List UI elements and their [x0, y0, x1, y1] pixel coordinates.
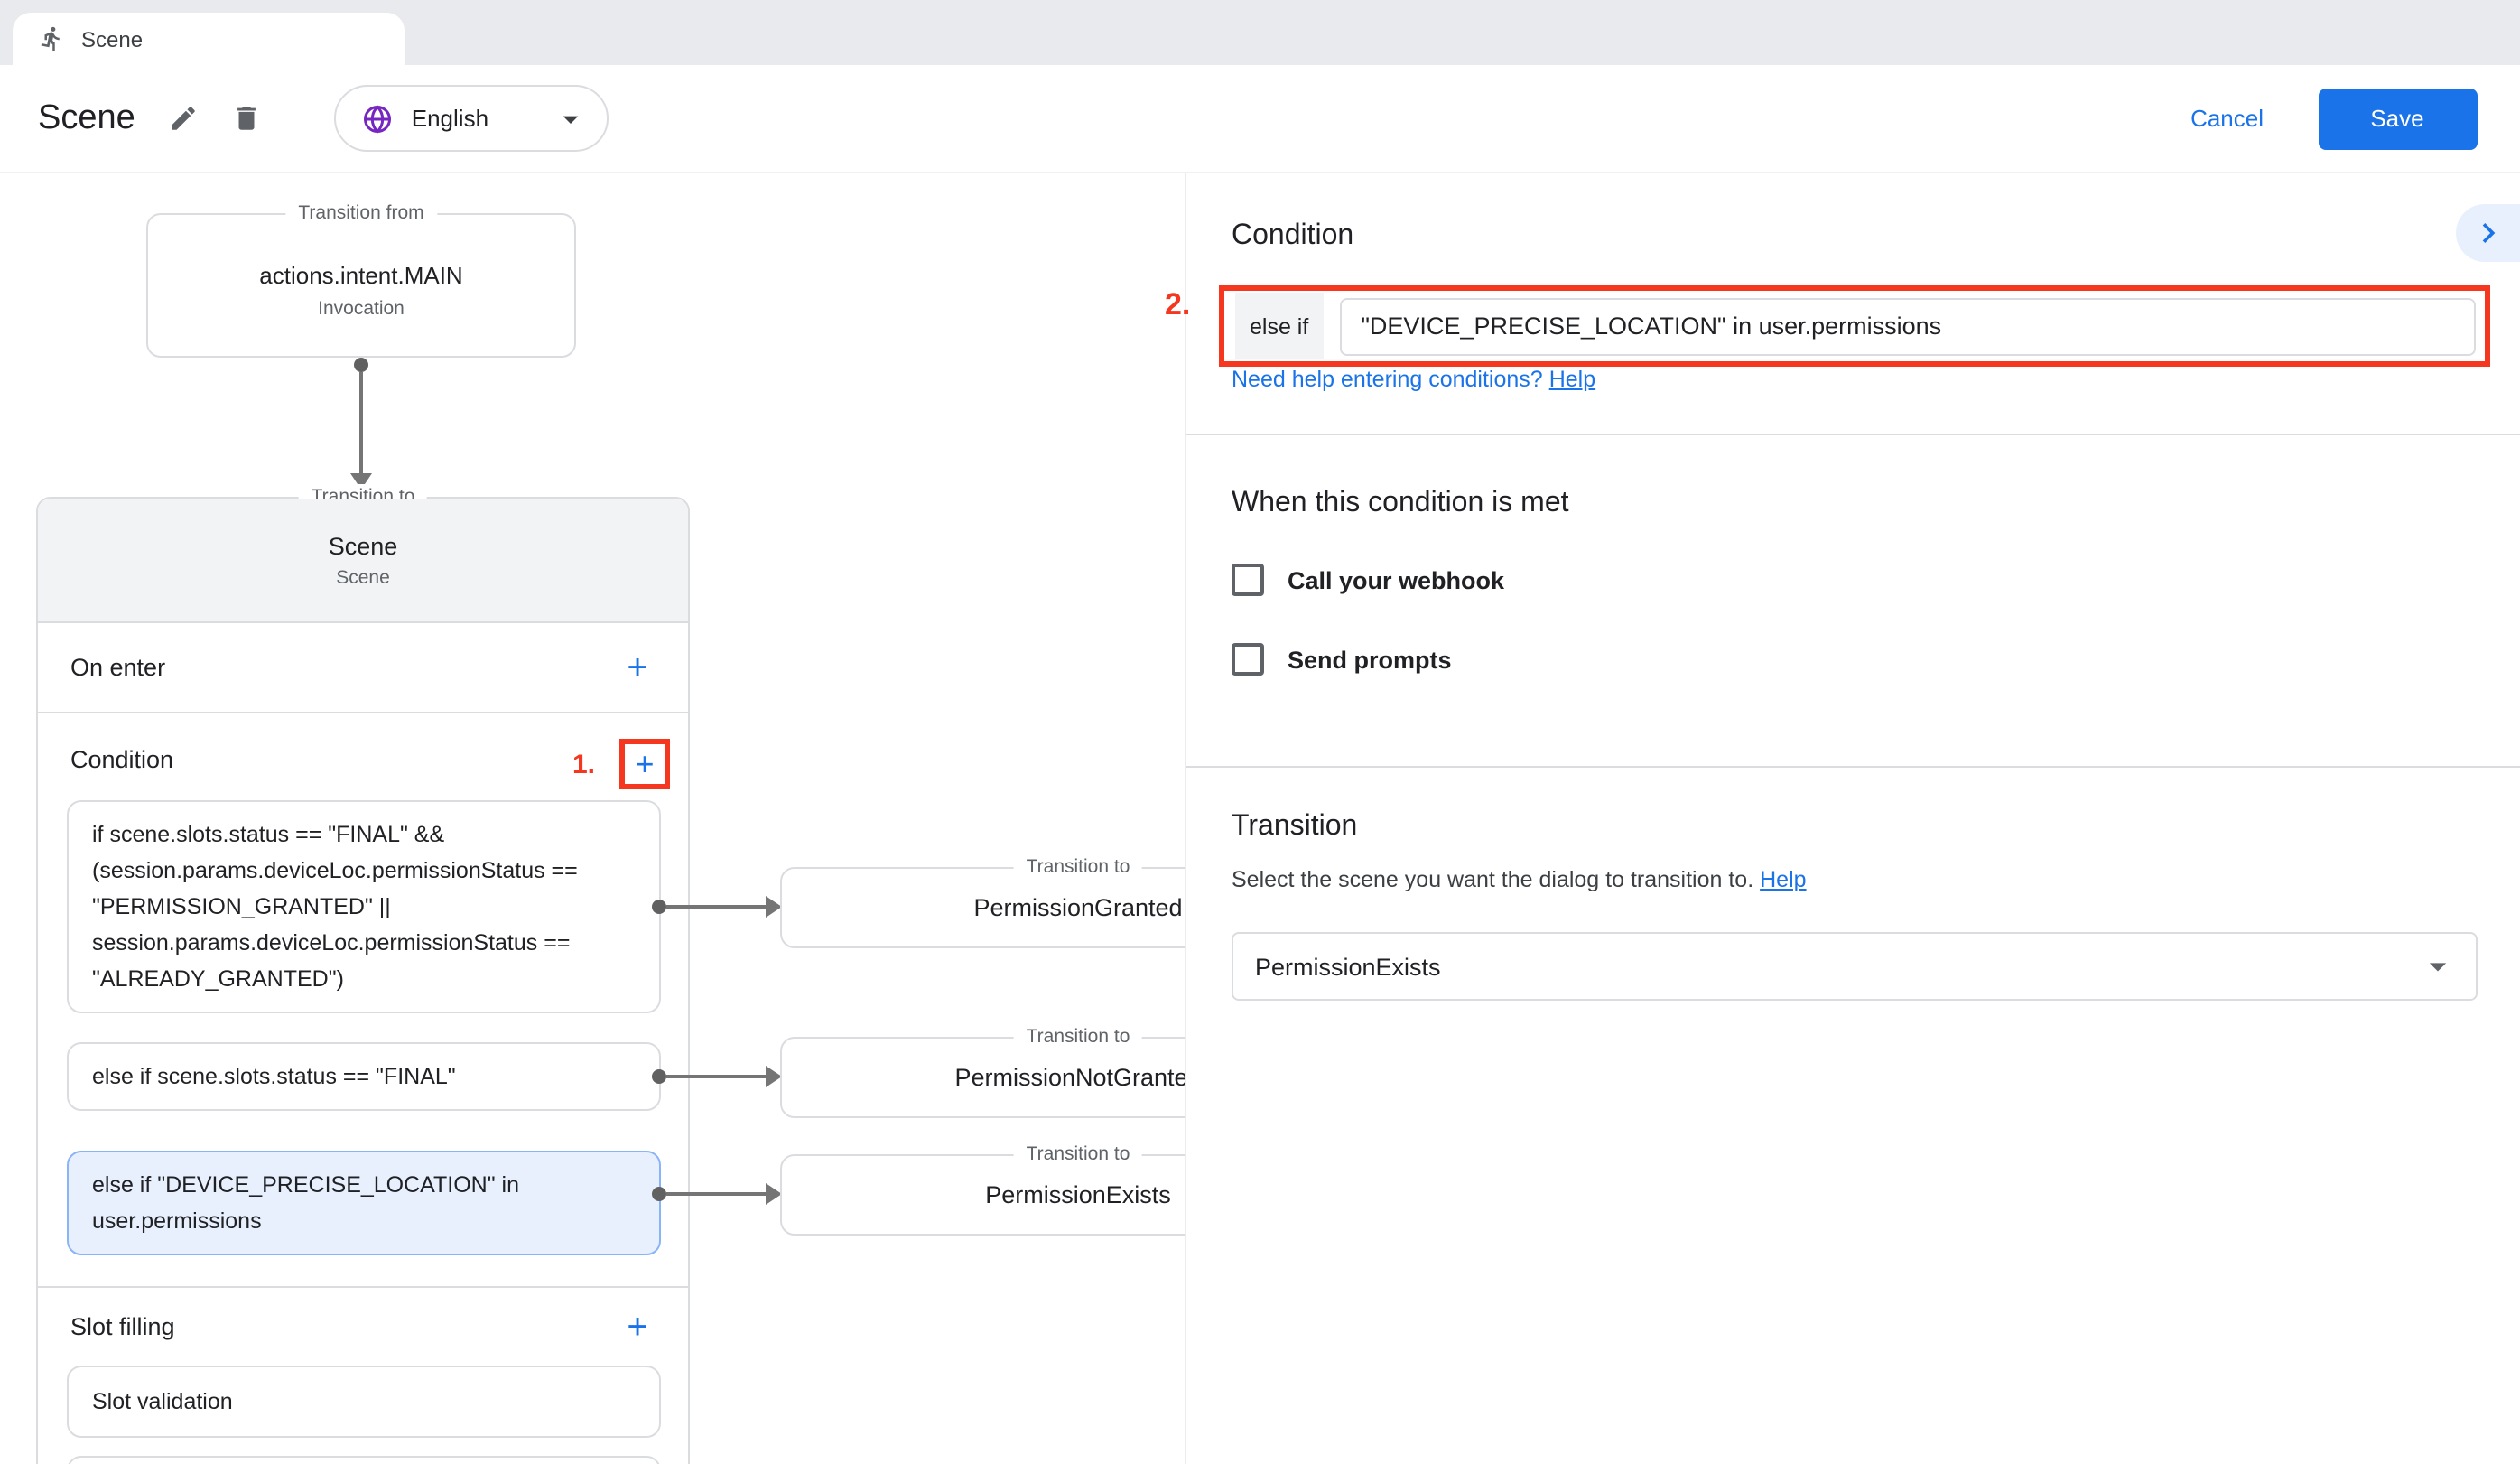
- target-node-title: PermissionGranted: [973, 894, 1182, 921]
- add-condition-button[interactable]: +: [625, 744, 665, 784]
- on-enter-row: On enter +: [38, 623, 688, 713]
- trash-icon: [231, 103, 262, 134]
- edit-scene-button[interactable]: [161, 96, 206, 141]
- chevron-down-icon: [553, 100, 589, 136]
- send-prompts-checkbox[interactable]: [1232, 643, 1264, 676]
- connector-dot: [652, 900, 666, 914]
- condition-item-3-selected[interactable]: else if "DEVICE_PRECISE_LOCATION" in use…: [67, 1151, 661, 1255]
- cancel-button[interactable]: Cancel: [2190, 105, 2264, 132]
- panel-divider: [1186, 434, 2520, 435]
- panel-divider: [1186, 766, 2520, 768]
- page-title: Scene: [38, 98, 135, 138]
- condition-help-line: Need help entering conditions? Help: [1232, 367, 1595, 392]
- language-label: English: [412, 105, 488, 132]
- condition-help-link[interactable]: Help: [1549, 367, 1595, 392]
- connector-dot: [652, 1069, 666, 1084]
- slot-filling-row: Slot filling +: [38, 1286, 688, 1366]
- transition-heading: Transition: [1232, 811, 1357, 844]
- target-node-title: PermissionNotGranted: [954, 1064, 1201, 1091]
- actions-icon: [38, 25, 65, 52]
- delete-scene-button[interactable]: [224, 96, 269, 141]
- annotation-box-1: +: [619, 739, 670, 789]
- webhook-checkbox[interactable]: [1232, 564, 1264, 596]
- target-node-legend: Transition to: [1014, 1142, 1143, 1169]
- transition-description-text: Select the scene you want the dialog to …: [1232, 867, 1753, 892]
- scene-node-subtitle: Scene: [336, 566, 390, 588]
- target-node-title: PermissionExists: [985, 1181, 1171, 1208]
- connector-line: [666, 1075, 766, 1078]
- collapse-panel-button[interactable]: [2455, 204, 2520, 262]
- transition-description: Select the scene you want the dialog to …: [1232, 867, 1807, 892]
- condition-help-text: Need help entering conditions?: [1232, 367, 1543, 392]
- header: Scene English Cancel Save: [0, 65, 2520, 173]
- when-met-heading: When this condition is met: [1232, 488, 1569, 520]
- webhook-checkbox-label: Call your webhook: [1288, 566, 1504, 593]
- invocation-node[interactable]: Transition from actions.intent.MAIN Invo…: [146, 213, 576, 358]
- scene-node-card: Transition to Scene Scene On enter + Con…: [36, 497, 690, 1464]
- tab-scene[interactable]: Scene: [13, 13, 405, 65]
- transition-scene-select-value: PermissionExists: [1255, 953, 1441, 980]
- save-button[interactable]: Save: [2318, 88, 2477, 149]
- connector-dot: [354, 358, 368, 372]
- invocation-node-subtitle: Invocation: [318, 298, 405, 320]
- connector-line: [666, 905, 766, 909]
- transition-help-link[interactable]: Help: [1760, 867, 1806, 892]
- condition-heading: Condition: [1232, 220, 1353, 253]
- globe-icon: [361, 102, 394, 135]
- webhook-checkbox-row: Call your webhook: [1232, 556, 1504, 603]
- condition-prefix-chip: else if: [1235, 293, 1323, 359]
- tab-label: Scene: [81, 26, 143, 51]
- pencil-icon: [168, 103, 199, 134]
- invocation-node-title: actions.intent.MAIN: [259, 262, 462, 289]
- send-prompts-checkbox-label: Send prompts: [1288, 646, 1452, 673]
- condition-expression-input[interactable]: [1339, 297, 2476, 355]
- dropdown-arrow-icon: [2418, 946, 2458, 986]
- condition-item-2[interactable]: else if scene.slots.status == "FINAL": [67, 1042, 661, 1111]
- connector-line: [359, 372, 363, 473]
- on-enter-label: On enter: [70, 654, 612, 681]
- tab-strip: Scene: [0, 0, 2520, 65]
- scene-node-header[interactable]: Scene Scene: [38, 499, 688, 623]
- condition-editor-panel: Condition else if Need help entering con…: [1185, 173, 2520, 1464]
- chevron-right-icon: [2468, 213, 2507, 253]
- annotation-box-2: else if: [1219, 285, 2490, 367]
- add-slot-button[interactable]: +: [612, 1301, 663, 1352]
- scene-node-title: Scene: [329, 532, 398, 559]
- connector-line: [666, 1192, 766, 1196]
- connector-dot: [652, 1187, 666, 1201]
- target-node-legend: Transition to: [1014, 1024, 1143, 1051]
- condition-item-1[interactable]: if scene.slots.status == "FINAL" && (ses…: [67, 800, 661, 1013]
- annotation-step-2: 2.: [1165, 287, 1190, 323]
- target-node-legend: Transition to: [1014, 854, 1143, 881]
- language-selector[interactable]: English: [334, 85, 609, 152]
- annotation-step-1: 1.: [572, 750, 595, 780]
- slot-validation-item[interactable]: Slot validation: [67, 1366, 661, 1438]
- app-root: Scene Scene English Cancel Save Transiti…: [0, 0, 2520, 1464]
- add-on-enter-button[interactable]: +: [612, 642, 663, 693]
- slot-filling-label: Slot filling: [70, 1313, 612, 1340]
- clipped-list-item[interactable]: [67, 1456, 661, 1464]
- transition-scene-select[interactable]: PermissionExists: [1232, 932, 2478, 1001]
- send-prompts-checkbox-row: Send prompts: [1232, 636, 1452, 683]
- invocation-node-legend: Transition from: [285, 200, 436, 228]
